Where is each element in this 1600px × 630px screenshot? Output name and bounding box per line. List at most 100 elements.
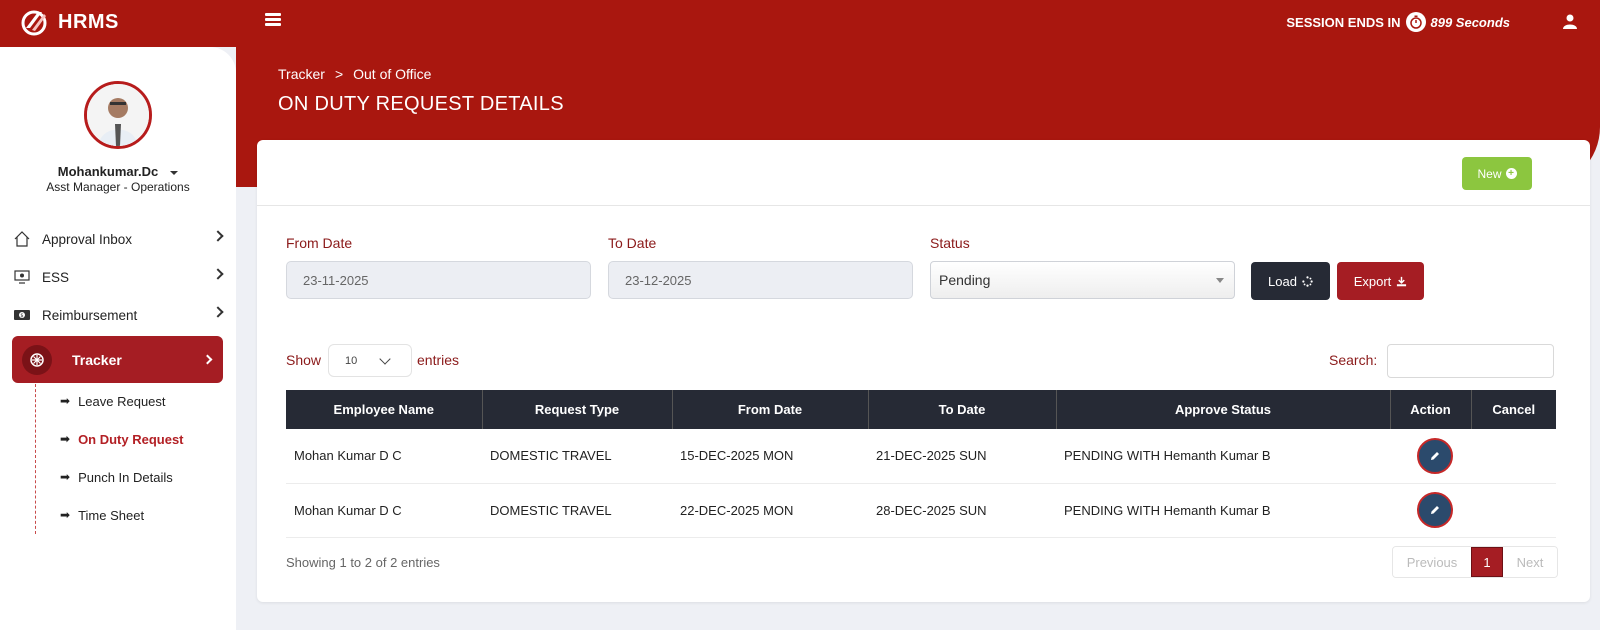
chevron-right-icon	[202, 354, 213, 365]
submenu-item-punch-in-details[interactable]: ➡ Punch In Details	[60, 467, 173, 487]
monitor-icon	[12, 267, 32, 287]
column-header[interactable]: From Date	[672, 390, 869, 429]
sidebar-item-ess[interactable]: ESS	[12, 263, 226, 291]
chevron-right-icon	[212, 268, 224, 280]
sidebar: Mohankumar.Dc Asst Manager - Operations …	[0, 47, 236, 630]
edit-button[interactable]	[1416, 437, 1453, 474]
cell-from-date: 22-DEC-2025 MON	[672, 483, 868, 538]
chevron-down-icon	[379, 353, 391, 365]
session-label: SESSION ENDS IN	[1286, 14, 1401, 30]
column-header: Action	[1390, 390, 1472, 429]
sidebar-item-label: Approval Inbox	[42, 231, 133, 247]
card-header: New +	[257, 140, 1590, 206]
breadcrumb-current: Out of Office	[353, 66, 432, 82]
sidebar-item-label: Tracker	[72, 351, 122, 368]
user-name[interactable]: Mohankumar.Dc	[0, 164, 236, 179]
status-select[interactable]: Pending	[930, 261, 1235, 299]
column-header[interactable]: To Date	[868, 390, 1057, 429]
menu-toggle-icon[interactable]	[265, 13, 281, 27]
sidebar-item-tracker[interactable]: Tracker	[12, 336, 223, 383]
cell-action	[1390, 483, 1471, 538]
sidebar-item-reimbursement[interactable]: $ Reimbursement	[12, 301, 226, 329]
spinner-icon	[1302, 275, 1313, 287]
column-header[interactable]: Request Type	[482, 390, 673, 429]
caret-down-icon	[1216, 278, 1224, 283]
sidebar-item-label: ESS	[42, 269, 70, 285]
column-header: Cancel	[1471, 390, 1556, 429]
search-input[interactable]	[1387, 344, 1554, 378]
chevron-right-icon	[212, 306, 224, 318]
page-button-current[interactable]: 1	[1471, 547, 1503, 577]
pencil-icon	[1430, 506, 1439, 514]
arrow-right-icon: ➡	[60, 508, 71, 522]
edit-button[interactable]	[1416, 492, 1453, 528]
cell-request-type: DOMESTIC TRAVEL	[482, 429, 672, 484]
table-info: Showing 1 to 2 of 2 entries	[286, 555, 440, 570]
table-row: Mohan Kumar D C DOMESTIC TRAVEL 15-DEC-2…	[286, 429, 1556, 484]
table-row: Mohan Kumar D C DOMESTIC TRAVEL 22-DEC-2…	[286, 483, 1556, 538]
arrow-right-icon: ➡	[60, 394, 71, 408]
search-label: Search:	[1329, 352, 1378, 368]
user-icon[interactable]	[1562, 13, 1578, 29]
show-label: Show	[286, 352, 322, 368]
session-timer: SESSION ENDS IN 899 Seconds	[1286, 12, 1510, 32]
load-button[interactable]: Load	[1251, 262, 1330, 300]
sidebar-item-label: Reimbursement	[42, 307, 138, 323]
svg-text:$: $	[20, 313, 23, 319]
cell-approve-status: PENDING WITH Hemanth Kumar B	[1056, 429, 1390, 484]
cell-action	[1390, 429, 1471, 484]
submenu-connector	[35, 384, 36, 534]
from-date-field[interactable]: 23-11-2025	[286, 261, 591, 299]
brand[interactable]: HRMS	[18, 6, 119, 38]
to-date-label: To Date	[608, 235, 657, 251]
submenu-item-on-duty-request[interactable]: ➡ On Duty Request	[60, 429, 184, 449]
cash-icon: $	[12, 305, 32, 325]
top-bar: HRMS SESSION ENDS IN 899 Seconds	[0, 0, 1600, 47]
download-icon	[1397, 276, 1407, 286]
brand-logo-icon	[21, 10, 47, 36]
home-icon	[12, 229, 32, 249]
arrow-right-icon: ➡	[60, 470, 71, 484]
pencil-icon	[1430, 451, 1439, 460]
cell-cancel	[1471, 483, 1556, 538]
breadcrumb: Tracker > Out of Office	[278, 66, 431, 82]
plus-circle-icon: +	[1505, 168, 1517, 179]
sidebar-item-approval-inbox[interactable]: Approval Inbox	[12, 225, 226, 253]
table-header-row: Employee Name Request Type From Date To …	[286, 390, 1556, 429]
entries-label: entries	[417, 352, 460, 368]
avatar[interactable]	[84, 81, 152, 149]
session-seconds: 899 Seconds	[1430, 14, 1511, 30]
submenu-item-time-sheet[interactable]: ➡ Time Sheet	[60, 505, 144, 525]
requests-table: Employee Name Request Type From Date To …	[286, 390, 1556, 538]
user-role: Asst Manager - Operations	[46, 180, 190, 194]
column-header[interactable]: Approve Status	[1056, 390, 1391, 429]
from-date-label: From Date	[286, 235, 353, 251]
cell-employee: Mohan Kumar D C	[286, 483, 482, 538]
tracker-icon	[22, 344, 52, 375]
cell-from-date: 15-DEC-2025 MON	[672, 429, 868, 484]
arrow-right-icon: ➡	[60, 432, 71, 446]
column-header[interactable]: Employee Name	[286, 390, 483, 429]
cell-to-date: 28-DEC-2025 SUN	[868, 483, 1056, 538]
cell-approve-status: PENDING WITH Hemanth Kumar B	[1056, 483, 1390, 538]
status-label: Status	[930, 235, 970, 251]
cell-request-type: DOMESTIC TRAVEL	[482, 483, 672, 538]
breadcrumb-parent[interactable]: Tracker	[278, 66, 325, 82]
next-page-button[interactable]: Next	[1503, 547, 1557, 577]
cell-cancel	[1471, 429, 1556, 484]
chevron-right-icon	[212, 230, 224, 242]
breadcrumb-separator: >	[334, 66, 344, 82]
page-length-select[interactable]: 10	[328, 344, 412, 377]
stopwatch-icon	[1405, 12, 1426, 32]
page-title: ON DUTY REQUEST DETAILS	[278, 93, 564, 115]
submenu-item-leave-request[interactable]: ➡ Leave Request	[60, 391, 166, 411]
pagination: Previous 1 Next	[1392, 546, 1558, 578]
cell-to-date: 21-DEC-2025 SUN	[868, 429, 1056, 484]
export-button[interactable]: Export	[1337, 262, 1424, 300]
brand-name: HRMS	[58, 10, 119, 33]
cell-employee: Mohan Kumar D C	[286, 429, 482, 484]
new-button[interactable]: New +	[1462, 157, 1532, 190]
caret-down-icon[interactable]	[170, 170, 179, 175]
previous-page-button[interactable]: Previous	[1393, 547, 1471, 577]
to-date-field[interactable]: 23-12-2025	[608, 261, 913, 299]
